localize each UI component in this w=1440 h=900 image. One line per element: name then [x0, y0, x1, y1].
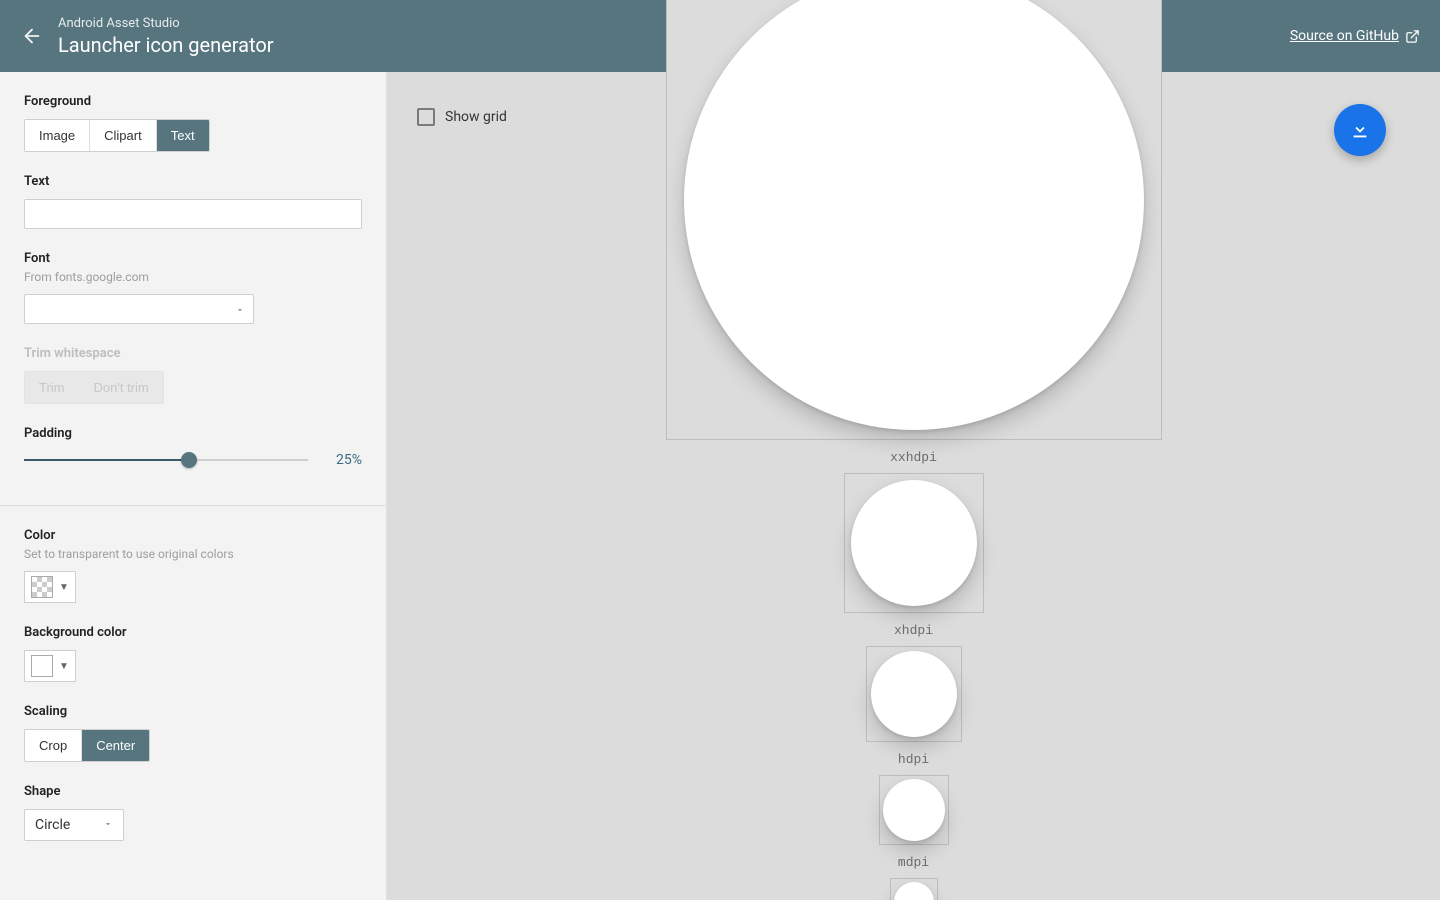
caret-down-icon	[235, 300, 245, 319]
density-label-xxhdpi: xxhdpi	[890, 450, 937, 465]
density-label-xhdpi: xhdpi	[894, 623, 933, 638]
back-arrow-icon[interactable]	[20, 24, 44, 48]
scaling-option-center[interactable]: Center	[81, 730, 149, 761]
preview-card-xxhdpi	[844, 473, 984, 613]
preview-card-xxxhdpi	[666, 0, 1162, 440]
color-hint: Set to transparent to use original color…	[24, 547, 362, 561]
text-input[interactable]	[24, 199, 362, 229]
source-link-label: Source on GitHub	[1290, 28, 1399, 44]
foreground-label: Foreground	[24, 94, 362, 109]
transparent-swatch-icon	[31, 576, 53, 598]
preview-card-hdpi	[879, 775, 949, 845]
shape-select-value: Circle	[35, 817, 70, 833]
white-swatch-icon	[31, 655, 53, 677]
font-select[interactable]	[24, 294, 254, 324]
external-link-icon	[1405, 29, 1420, 44]
preview-card-xhdpi	[866, 646, 962, 742]
padding-slider[interactable]	[24, 451, 308, 469]
download-icon	[1349, 119, 1371, 141]
foreground-segmented: Image Clipart Text	[24, 119, 210, 152]
color-picker[interactable]: ▼	[24, 571, 76, 603]
preview-card-mdpi	[890, 878, 938, 900]
trim-option-donttrim: Don't trim	[79, 372, 163, 403]
foreground-option-text[interactable]: Text	[156, 120, 209, 151]
scaling-label: Scaling	[24, 704, 362, 719]
trim-segmented: Trim Don't trim	[24, 371, 164, 404]
checkbox-unchecked-icon	[417, 108, 435, 126]
background-color-picker[interactable]: ▼	[24, 650, 76, 682]
foreground-option-clipart[interactable]: Clipart	[89, 120, 156, 151]
icon-preview-xxhdpi	[851, 480, 977, 606]
density-label-mdpi: mdpi	[898, 855, 929, 870]
shape-label: Shape	[24, 784, 362, 799]
foreground-option-image[interactable]: Image	[25, 120, 89, 151]
icon-preview-xhdpi	[871, 651, 957, 737]
preview-column: xxhdpi xhdpi hdpi mdpi	[664, 0, 1164, 900]
font-label: Font	[24, 251, 362, 266]
source-on-github-link[interactable]: Source on GitHub	[1290, 28, 1420, 44]
font-hint: From fonts.google.com	[24, 270, 362, 284]
shape-select[interactable]: Circle	[24, 809, 124, 841]
padding-label: Padding	[24, 426, 362, 441]
icon-preview-hdpi	[883, 779, 945, 841]
settings-sidebar: Foreground Image Clipart Text Text Font …	[0, 72, 387, 900]
caret-down-icon: ▼	[59, 661, 69, 672]
density-label-hdpi: hdpi	[898, 752, 929, 767]
trim-label: Trim whitespace	[24, 346, 362, 361]
trim-option-trim: Trim	[25, 372, 79, 403]
show-grid-toggle[interactable]: Show grid	[417, 108, 507, 126]
scaling-option-crop[interactable]: Crop	[25, 730, 81, 761]
download-button[interactable]	[1334, 104, 1386, 156]
app-suptitle: Android Asset Studio	[58, 16, 274, 31]
bgcolor-label: Background color	[24, 625, 362, 640]
caret-down-icon	[103, 817, 113, 833]
show-grid-label: Show grid	[445, 109, 507, 125]
page-title: Launcher icon generator	[58, 33, 274, 57]
text-label: Text	[24, 174, 362, 189]
icon-preview-xxxhdpi	[684, 0, 1144, 430]
scaling-segmented: Crop Center	[24, 729, 150, 762]
caret-down-icon: ▼	[59, 582, 69, 593]
icon-preview-mdpi	[894, 882, 934, 900]
padding-value: 25%	[326, 452, 362, 468]
color-label: Color	[24, 528, 362, 543]
preview-area: Show grid xxhdpi xhdpi hdpi	[387, 72, 1440, 900]
